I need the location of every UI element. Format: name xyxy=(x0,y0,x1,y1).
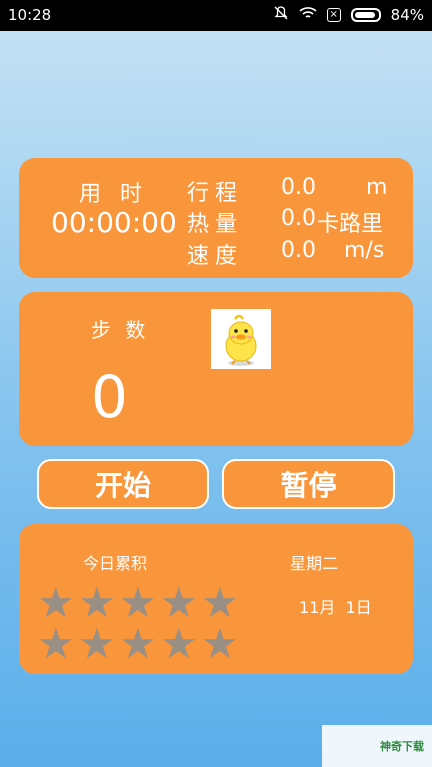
speed-unit: m/s xyxy=(344,238,385,263)
daily-label: 今日累积 xyxy=(83,554,148,573)
star-icon: ★ xyxy=(201,578,239,627)
distance-label: 行程 xyxy=(187,181,244,206)
stats-card: 用 时 00:00:00 行程 0.0 m 热量 0.0 卡路里 速度 0.0 … xyxy=(19,158,413,278)
battery-percent: 84% xyxy=(390,6,424,24)
star-icon: ★ xyxy=(37,578,75,627)
calorie-unit: 卡路里 xyxy=(317,212,384,237)
date-label: 11月 1日 xyxy=(299,598,372,617)
star-icon: ★ xyxy=(160,578,198,627)
duck-mascot-icon xyxy=(211,309,271,369)
pause-button[interactable]: 暂停 xyxy=(222,459,395,509)
status-time: 10:28 xyxy=(8,6,52,24)
star-icon: ★ xyxy=(119,619,157,668)
start-button[interactable]: 开始 xyxy=(37,459,209,509)
steps-card: 步 数 0 xyxy=(19,292,413,446)
weekday-label: 星期二 xyxy=(290,554,339,573)
notifications-off-icon xyxy=(273,5,289,25)
status-bar: 10:28 × 84% xyxy=(0,0,432,31)
time-value: 00:00:00 xyxy=(51,206,177,239)
daily-card: 今日累积 星期二 11月 1日 ★ ★ ★ ★ ★ ★ ★ ★ ★ ★ xyxy=(19,524,413,674)
distance-value: 0.0 xyxy=(281,175,316,200)
watermark-text: 神奇下载 xyxy=(380,740,424,753)
star-icon: ★ xyxy=(119,578,157,627)
star-icon: ★ xyxy=(201,619,239,668)
status-icons: × 84% xyxy=(273,5,424,25)
star-icon: ★ xyxy=(78,578,116,627)
watermark: 神奇下载 xyxy=(322,725,432,767)
no-sim-icon: × xyxy=(326,8,341,22)
calorie-label: 热量 xyxy=(187,212,244,237)
steps-label: 步 数 xyxy=(91,318,150,342)
battery-icon xyxy=(350,8,381,22)
speed-label: 速度 xyxy=(187,244,244,269)
time-label: 用 时 xyxy=(79,182,148,207)
wifi-icon xyxy=(299,6,317,24)
steps-value: 0 xyxy=(91,363,128,431)
star-icon: ★ xyxy=(78,619,116,668)
speed-value: 0.0 xyxy=(281,238,316,263)
distance-unit: m xyxy=(366,175,388,200)
calorie-value: 0.0 xyxy=(281,206,316,231)
star-icon: ★ xyxy=(37,619,75,668)
star-icon: ★ xyxy=(160,619,198,668)
